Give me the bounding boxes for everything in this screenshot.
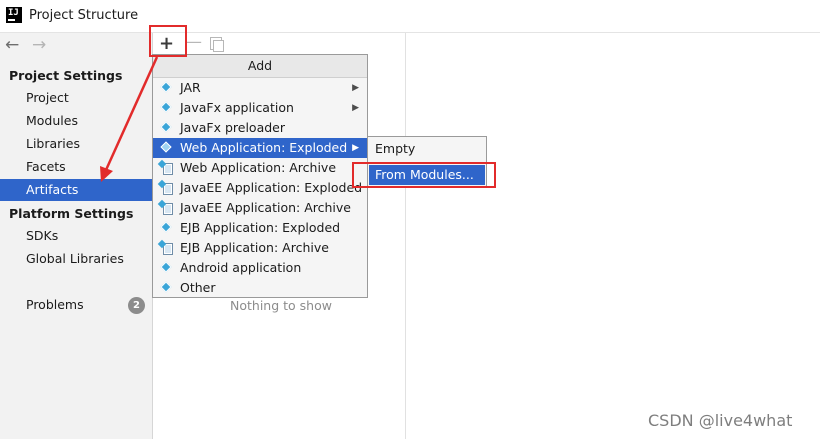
menu-item-android-application[interactable]: Android application xyxy=(153,258,367,278)
artifact-icon xyxy=(160,141,172,153)
menu-item-web-application-archive[interactable]: Web Application: Archive xyxy=(153,158,367,178)
menu-item-label: EJB Application: Archive xyxy=(180,240,329,255)
sidebar-item-libraries[interactable]: Libraries xyxy=(0,133,152,155)
submenu-arrow-icon: ▶ xyxy=(352,83,359,93)
menu-item-label: Other xyxy=(180,280,216,295)
artifact-icon xyxy=(160,121,172,133)
archive-artifact-icon xyxy=(163,243,173,255)
menu-item-javafx-preloader[interactable]: JavaFx preloader xyxy=(153,118,367,138)
artifact-icon xyxy=(160,281,172,293)
back-arrow-icon[interactable]: ← xyxy=(5,35,19,55)
menu-item-jar[interactable]: JAR ▶ xyxy=(153,78,367,98)
menu-item-label: JavaFx preloader xyxy=(180,120,285,135)
add-artifact-popup: Add JAR ▶ JavaFx application ▶ JavaFx pr… xyxy=(152,54,368,298)
popup-header: Add xyxy=(153,55,367,78)
menu-item-javafx-application[interactable]: JavaFx application ▶ xyxy=(153,98,367,118)
sidebar-item-project[interactable]: Project xyxy=(0,87,152,109)
submenu-item-from-modules[interactable]: From Modules... xyxy=(369,165,485,185)
submenu-item-empty[interactable]: Empty xyxy=(369,139,485,159)
menu-item-label: Web Application: Archive xyxy=(180,160,337,175)
menu-item-web-application-exploded[interactable]: Web Application: Exploded ▶ xyxy=(153,138,367,158)
title-bar: IJ Project Structure xyxy=(0,0,820,33)
menu-item-label: JavaEE Application: Archive xyxy=(180,200,351,215)
empty-list-text: Nothing to show xyxy=(230,298,332,313)
artifact-icon xyxy=(160,221,172,233)
artifact-icon xyxy=(160,261,172,273)
archive-artifact-icon xyxy=(163,203,173,215)
artifacts-toolbar: + — xyxy=(153,32,405,55)
archive-artifact-icon xyxy=(163,163,173,175)
menu-item-other[interactable]: Other xyxy=(153,278,367,298)
menu-item-label: EJB Application: Exploded xyxy=(180,220,341,235)
sidebar-item-global-libraries[interactable]: Global Libraries xyxy=(0,248,152,270)
submenu-arrow-icon: ▶ xyxy=(352,143,359,153)
menu-item-ejb-application-exploded[interactable]: EJB Application: Exploded xyxy=(153,218,367,238)
remove-artifact-button[interactable]: — xyxy=(185,32,202,52)
menu-item-ejb-application-archive[interactable]: EJB Application: Archive xyxy=(153,238,367,258)
submenu-arrow-icon: ▶ xyxy=(352,103,359,113)
window-title: Project Structure xyxy=(29,8,139,23)
artifact-icon xyxy=(160,101,172,113)
problems-count-badge: 2 xyxy=(128,297,145,314)
panel-divider[interactable] xyxy=(405,33,406,439)
menu-item-label: Web Application: Exploded xyxy=(180,140,348,155)
menu-item-javaee-application-exploded[interactable]: JavaEE Application: Exploded xyxy=(153,178,367,198)
web-application-submenu: Empty From Modules... xyxy=(367,136,487,188)
intellij-logo-icon: IJ xyxy=(6,7,22,23)
add-artifact-button[interactable]: + xyxy=(159,33,174,54)
copy-icon[interactable] xyxy=(210,37,224,52)
archive-artifact-icon xyxy=(163,183,173,195)
sidebar: ← → Project Settings Project Modules Lib… xyxy=(0,33,153,439)
sidebar-item-artifacts[interactable]: Artifacts xyxy=(0,179,152,201)
menu-item-label: JAR xyxy=(180,80,201,95)
app-icon-text: IJ xyxy=(8,8,19,18)
project-settings-header: Project Settings xyxy=(9,68,123,83)
platform-settings-header: Platform Settings xyxy=(9,206,134,221)
menu-item-label: JavaEE Application: Exploded xyxy=(180,180,363,195)
watermark: CSDN @live4what xyxy=(648,411,793,430)
menu-item-label: Android application xyxy=(180,260,302,275)
menu-item-label: JavaFx application xyxy=(180,100,294,115)
menu-item-javaee-application-archive[interactable]: JavaEE Application: Archive xyxy=(153,198,367,218)
sidebar-item-facets[interactable]: Facets xyxy=(0,156,152,178)
sidebar-item-modules[interactable]: Modules xyxy=(0,110,152,132)
artifact-icon xyxy=(160,81,172,93)
sidebar-item-sdks[interactable]: SDKs xyxy=(0,225,152,247)
forward-arrow-icon[interactable]: → xyxy=(32,35,46,55)
